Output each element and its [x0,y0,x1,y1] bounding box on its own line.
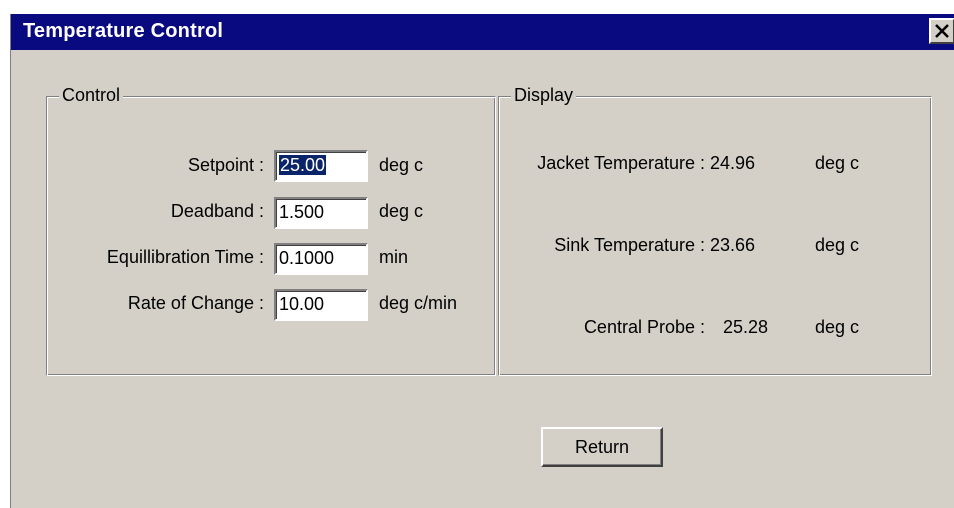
equilibration-time-value: 0.1000 [279,248,335,268]
title-bar[interactable]: Temperature Control [11,14,954,50]
sink-temperature-value: 23.66 [710,235,756,255]
return-button[interactable]: Return [541,427,663,467]
setpoint-field[interactable]: 25.00 [274,150,368,182]
sink-temperature-label: Sink Temperature : [554,235,705,255]
deadband-unit: deg c [379,201,424,221]
central-probe-value: 25.28 [723,317,769,337]
control-group-legend: Control [59,85,124,106]
deadband-label: Deadband : [170,201,264,221]
equilibration-time-field[interactable]: 0.1000 [274,243,368,275]
rate-of-change-unit: deg c/min [379,293,458,313]
equilibration-time-unit: min [379,247,409,267]
display-group: Display Jacket Temperature : 24.96 deg c… [498,85,932,376]
rate-of-change-label: Rate of Change : [127,293,264,313]
control-group: Control Setpoint : 25.00 deg c Deadband … [46,85,496,376]
setpoint-label: Setpoint : [187,155,264,175]
setpoint-unit: deg c [379,155,424,175]
sink-temperature-unit: deg c [815,235,860,255]
rate-of-change-field[interactable]: 10.00 [274,289,368,321]
jacket-temperature-unit: deg c [815,153,860,173]
display-group-legend: Display [511,85,577,106]
return-button-label: Return [574,436,630,457]
central-probe-label: Central Probe : [583,317,705,337]
close-icon [935,24,949,38]
deadband-field[interactable]: 1.500 [274,197,368,229]
rate-of-change-value: 10.00 [279,294,325,314]
deadband-value: 1.500 [279,202,325,222]
jacket-temperature-label: Jacket Temperature : [537,153,705,173]
close-button[interactable] [929,18,954,44]
setpoint-value: 25.00 [279,155,327,175]
temperature-control-dialog: Temperature Control Control Setpoint : 2… [10,14,954,508]
equilibration-time-label: Equillibration Time : [106,247,264,267]
window-title: Temperature Control [23,20,224,42]
central-probe-unit: deg c [815,317,860,337]
jacket-temperature-value: 24.96 [710,153,756,173]
